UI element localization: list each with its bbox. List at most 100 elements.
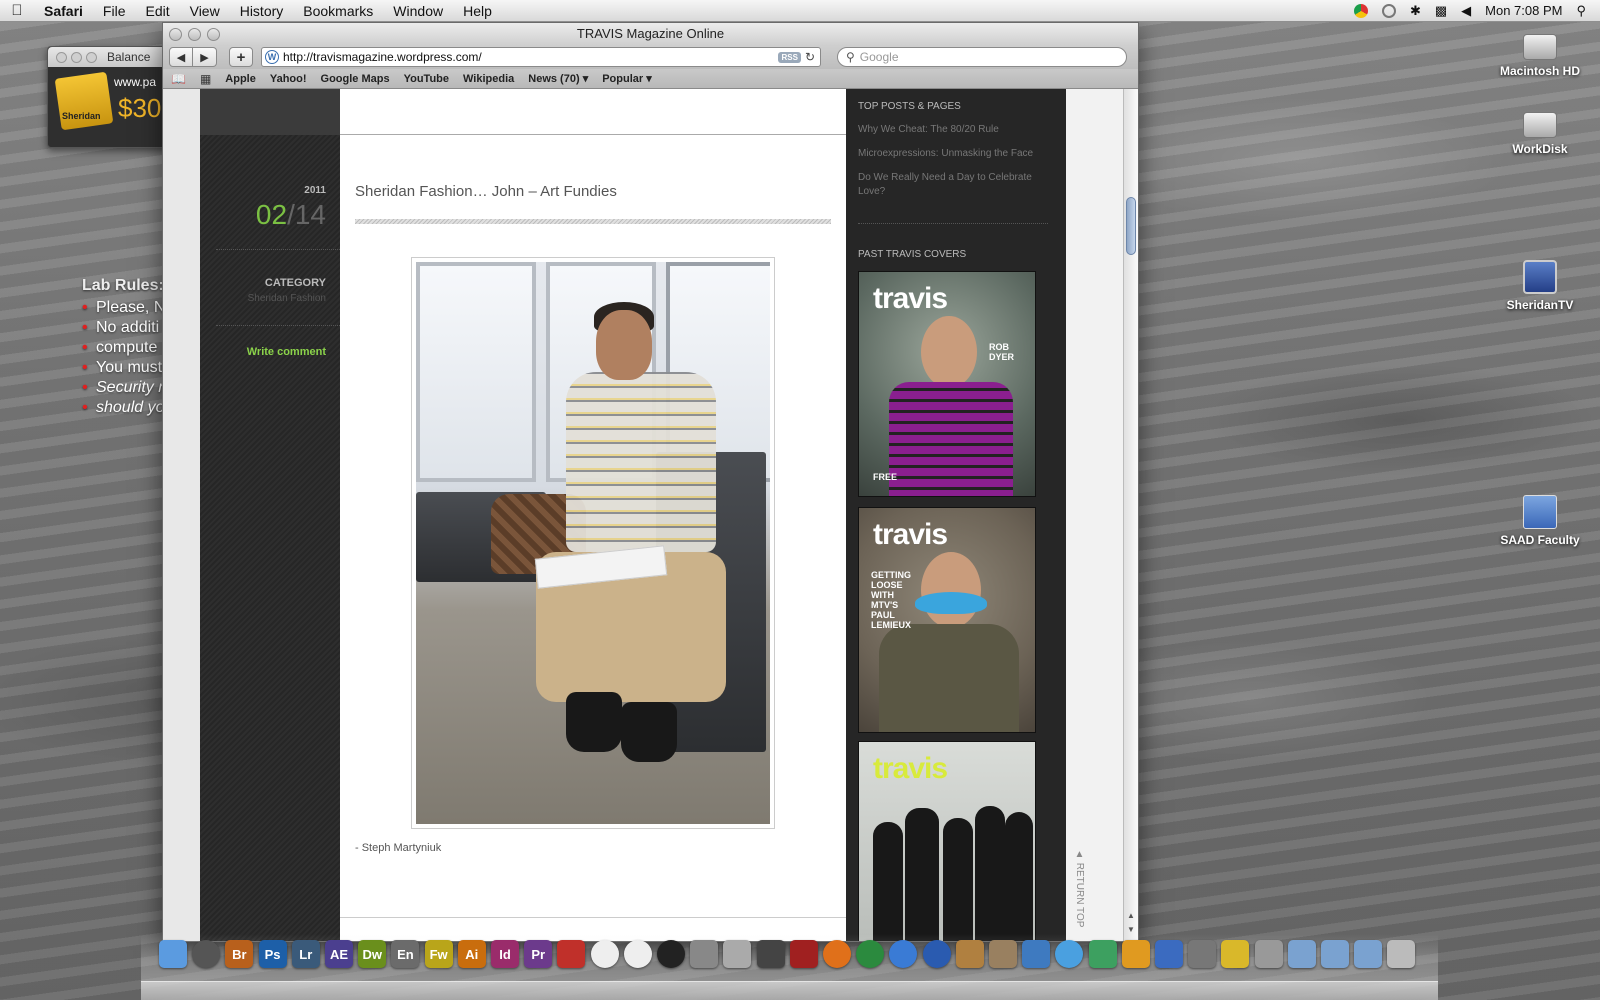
dock-dashboard-icon[interactable] <box>192 940 221 968</box>
bookmark-youtube[interactable]: YouTube <box>404 73 449 85</box>
add-bookmark-button[interactable]: + <box>229 47 253 67</box>
wordpress-favicon-icon: W <box>265 50 279 64</box>
category-link[interactable]: Sheridan Fashion <box>248 293 326 304</box>
address-bar[interactable]: W http://travismagazine.wordpress.com/ R… <box>261 47 821 67</box>
clock[interactable]: Mon 7:08 PM <box>1485 3 1562 18</box>
bookmark-google-maps[interactable]: Google Maps <box>321 73 390 85</box>
dock-ps-icon[interactable]: Ps <box>258 940 287 968</box>
menu-edit[interactable]: Edit <box>135 0 179 22</box>
reload-icon[interactable]: ↻ <box>805 50 815 64</box>
bookmark-popular-folder[interactable]: Popular ▾ <box>602 72 652 85</box>
dock-en-icon[interactable]: En <box>391 940 420 968</box>
search-field[interactable]: ⚲ Google <box>837 47 1127 67</box>
post-photo[interactable] <box>411 257 775 829</box>
dock-globe-icon[interactable] <box>590 940 619 968</box>
dock-preview-icon[interactable] <box>723 940 752 968</box>
dock-trash-icon[interactable] <box>1387 940 1416 968</box>
bookmark-yahoo[interactable]: Yahoo! <box>270 73 307 85</box>
write-comment-link[interactable]: Write comment <box>247 346 326 358</box>
top-post-link[interactable]: Why We Cheat: The 80/20 Rule <box>858 123 1053 137</box>
widget-close-button[interactable] <box>56 51 67 63</box>
top-sites-grid-icon[interactable]: ▦ <box>200 72 211 86</box>
back-button[interactable]: ◀ <box>169 47 193 67</box>
menu-help[interactable]: Help <box>453 0 502 22</box>
dock-applications-icon[interactable] <box>1287 940 1316 968</box>
scrollbar-thumb[interactable] <box>1126 197 1136 255</box>
dock-safari-icon[interactable] <box>889 940 918 968</box>
widget-minimize-button[interactable] <box>71 51 82 63</box>
dock-firefox-icon[interactable] <box>823 940 851 968</box>
dock-globe-icon[interactable] <box>623 940 652 968</box>
bookmarks-book-icon[interactable]: 📖 <box>171 72 186 86</box>
dock-network-icon[interactable] <box>922 940 951 968</box>
dock-id-icon[interactable]: Id <box>491 940 519 968</box>
desktop-icon-sheridantv[interactable]: SheridanTV <box>1495 260 1585 312</box>
dock-documents-icon[interactable] <box>1321 940 1349 968</box>
menu-file[interactable]: File <box>93 0 136 22</box>
cover-rob-dyer[interactable]: travis ROB DYER FREE <box>858 271 1036 497</box>
cover-free: FREE <box>873 472 898 482</box>
dock-word-icon[interactable] <box>1155 940 1183 968</box>
dock-itunes-icon[interactable] <box>1055 940 1084 968</box>
dock-acrobat-icon[interactable] <box>557 940 586 968</box>
dock-time-machine-icon[interactable] <box>690 940 719 968</box>
volume-icon[interactable]: ◀ <box>1461 3 1471 19</box>
menu-history[interactable]: History <box>230 0 294 22</box>
dock-mail-icon[interactable] <box>1022 940 1051 968</box>
dock-ae-icon[interactable]: AE <box>325 940 353 968</box>
dock-calendar-icon[interactable] <box>1254 940 1283 968</box>
spotlight-icon[interactable]: ⚲ <box>1576 3 1586 19</box>
rss-button[interactable]: RSS <box>778 51 801 63</box>
menu-app-safari[interactable]: Safari <box>34 0 93 22</box>
desktop-icon-saad-faculty[interactable]: SAAD Faculty <box>1495 495 1585 547</box>
dock-dw-icon[interactable]: Dw <box>358 940 387 968</box>
scroll-up-arrow-icon[interactable]: ▲ <box>1127 911 1135 920</box>
dock-dvd-player-icon[interactable] <box>657 940 685 968</box>
chrome-status-icon[interactable] <box>1353 3 1368 18</box>
zoom-button[interactable] <box>207 27 220 41</box>
window-titlebar[interactable]: TRAVIS Magazine Online <box>163 23 1138 45</box>
dock-bridge-icon[interactable] <box>756 940 785 968</box>
return-top-link[interactable]: ▲ RETURN TOP <box>1071 849 1085 941</box>
scroll-down-arrow-icon[interactable]: ▼ <box>1127 925 1135 934</box>
dock-pages-icon[interactable] <box>1121 940 1150 968</box>
desktop-icon-macintosh-hd[interactable]: Macintosh HD <box>1495 28 1585 78</box>
dock-chrome-icon[interactable] <box>856 940 885 968</box>
dock-finder-icon[interactable] <box>159 940 187 968</box>
dock-pr-icon[interactable]: Pr <box>524 940 553 968</box>
widget-zoom-button[interactable] <box>86 51 97 63</box>
top-post-link[interactable]: Microexpressions: Unmasking the Face <box>858 147 1053 161</box>
dock-flash-icon[interactable] <box>789 940 818 968</box>
bluetooth-icon[interactable]: ✱ <box>1410 3 1421 19</box>
dock-script-icon[interactable] <box>955 940 984 968</box>
dock-br-icon[interactable]: Br <box>225 940 254 968</box>
dock-prefs-icon[interactable] <box>1188 940 1217 968</box>
top-post-link[interactable]: Do We Really Need a Day to Celebrate Lov… <box>858 171 1053 199</box>
cover-band[interactable]: travis <box>858 741 1036 941</box>
dock-fw-icon[interactable]: Fw <box>424 940 453 968</box>
desktop-icon-workdisk[interactable]: WorkDisk <box>1495 106 1585 156</box>
dock-ai-icon[interactable]: Ai <box>457 940 486 968</box>
menu-window[interactable]: Window <box>383 0 453 22</box>
apple-menu-icon[interactable]:  <box>0 2 34 19</box>
menu-view[interactable]: View <box>180 0 230 22</box>
post-title[interactable]: Sheridan Fashion… John – Art Fundies <box>355 183 617 200</box>
address-text[interactable]: http://travismagazine.wordpress.com/ <box>283 50 774 64</box>
dock-lr-icon[interactable]: Lr <box>291 940 320 968</box>
dock-sheridan-icon[interactable] <box>1221 940 1250 968</box>
forward-button[interactable]: ▶ <box>193 47 217 67</box>
bookmark-apple[interactable]: Apple <box>225 73 256 85</box>
cover-paul-lemieux[interactable]: travis GETTING LOOSE WITH MTV'S PAUL LEM… <box>858 507 1036 733</box>
bookmark-news-folder[interactable]: News (70) ▾ <box>528 72 588 85</box>
menu-bookmarks[interactable]: Bookmarks <box>293 0 383 22</box>
vertical-scrollbar[interactable]: ▲ ▼ <box>1123 89 1138 941</box>
minimize-button[interactable] <box>188 27 201 41</box>
dock-widgets-icon[interactable] <box>1088 940 1117 968</box>
left-column-header <box>200 89 340 135</box>
dock-photos-icon[interactable] <box>989 940 1017 968</box>
bookmark-wikipedia[interactable]: Wikipedia <box>463 73 514 85</box>
display-icon[interactable]: ▩ <box>1435 3 1447 19</box>
time-machine-icon[interactable] <box>1381 3 1396 18</box>
close-button[interactable] <box>169 27 182 41</box>
dock-downloads-icon[interactable] <box>1354 940 1383 968</box>
